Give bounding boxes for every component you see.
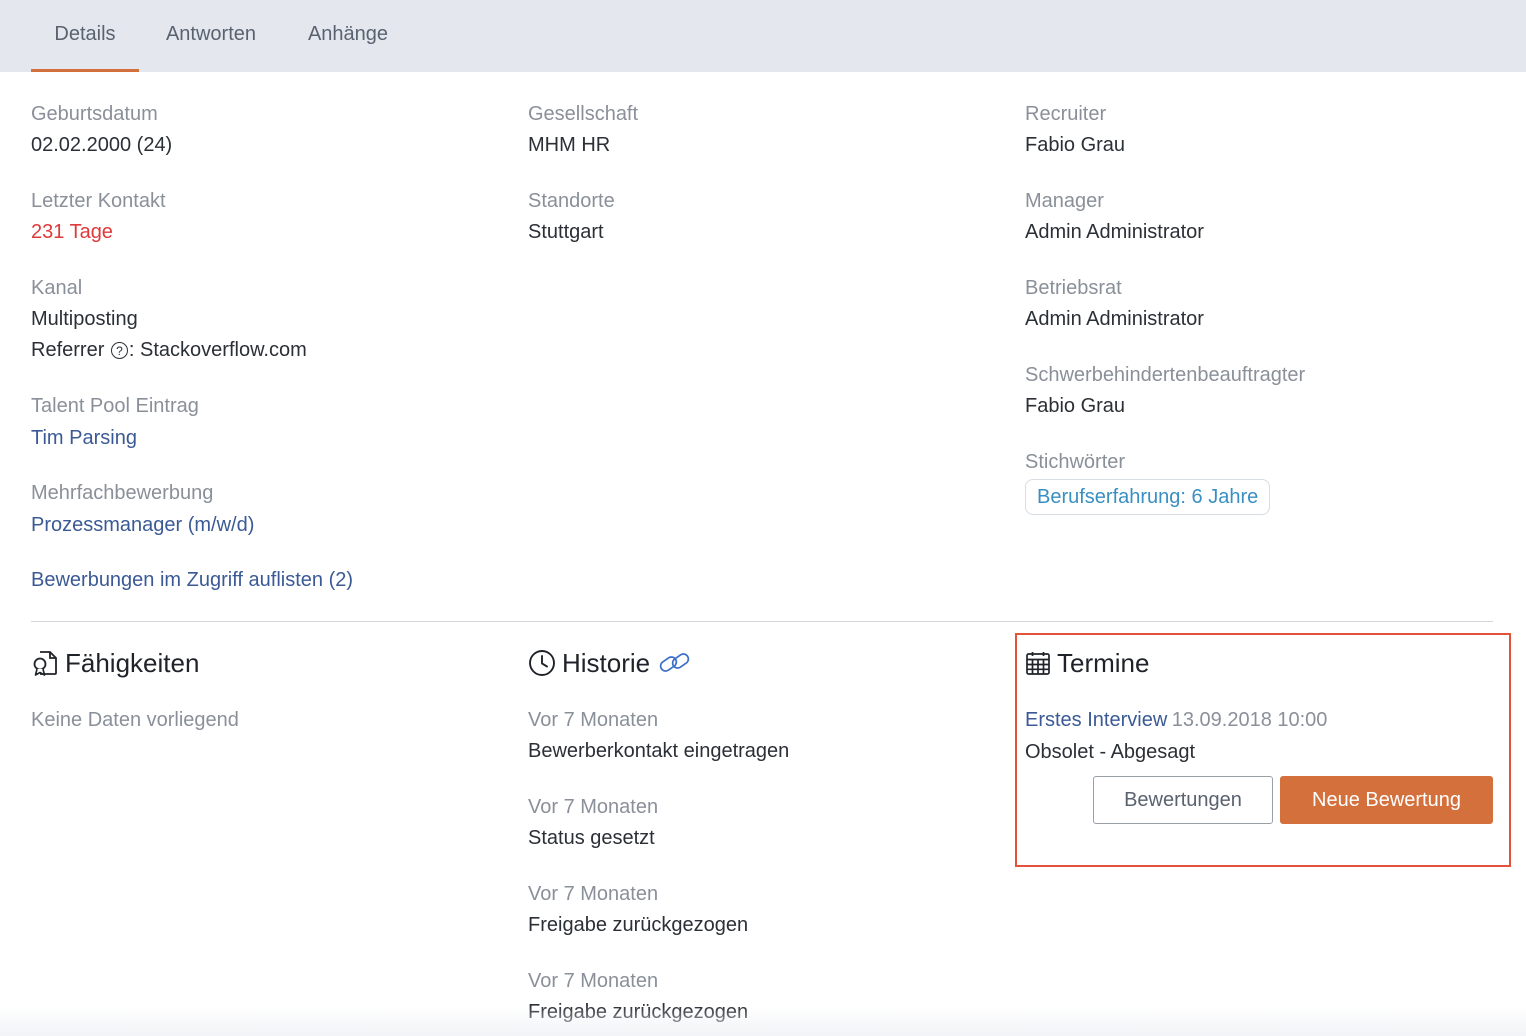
- referrer-value: : Stackoverflow.com: [128, 339, 307, 361]
- recruiter-value: Fabio Grau: [1025, 134, 1126, 156]
- history-text: Status gesetzt: [528, 827, 655, 849]
- field-letzter-kontakt: Letzter Kontakt 231 Tage: [31, 188, 166, 245]
- neue-bewertung-button[interactable]: Neue Bewertung: [1280, 776, 1493, 824]
- termin-event-link[interactable]: Erstes Interview: [1025, 709, 1167, 731]
- field-schwerbehindertenbeauftragter: Schwerbehindertenbeauftragter Fabio Grau: [1025, 362, 1305, 419]
- letzter-kontakt-value: 231 Tage: [31, 221, 113, 243]
- schwerbehinderten-label: Schwerbehindertenbeauftragter: [1025, 364, 1306, 386]
- link-icon[interactable]: [658, 650, 692, 676]
- termin-date: 13.09.2018 10:00: [1171, 709, 1328, 731]
- geburtsdatum-value: 02.02.2000 (24): [31, 134, 173, 156]
- termin-status: Obsolet - Abgesagt: [1025, 741, 1196, 763]
- skills-icon: [33, 651, 57, 676]
- calendar-icon: [1026, 652, 1050, 675]
- gesellschaft-value: MHM HR: [528, 134, 611, 156]
- tab-anhaenge[interactable]: Anhänge: [294, 0, 402, 72]
- field-manager: Manager Admin Administrator: [1025, 188, 1204, 245]
- history-time: Vor 7 Monaten: [528, 796, 659, 818]
- help-icon[interactable]: ?: [110, 342, 128, 359]
- referrer-label: Referrer: [31, 339, 105, 361]
- manager-value: Admin Administrator: [1025, 221, 1204, 243]
- bewertungen-button[interactable]: Bewertungen: [1093, 776, 1273, 824]
- mehrfachbewerbung-label: Mehrfachbewerbung: [31, 482, 214, 504]
- field-geburtsdatum: Geburtsdatum 02.02.2000 (24): [31, 101, 172, 158]
- gesellschaft-label: Gesellschaft: [528, 103, 639, 125]
- history-time: Vor 7 Monaten: [528, 709, 659, 731]
- bewerbungen-auflisten-link[interactable]: Bewerbungen im Zugriff auflisten (2): [31, 567, 353, 593]
- referrer-line: Referrer ?: Stackoverflow.com: [31, 337, 307, 363]
- faehigkeiten-title: Fähigkeiten: [65, 648, 200, 678]
- manager-label: Manager: [1025, 190, 1104, 212]
- field-standorte: Standorte Stuttgart: [528, 188, 615, 245]
- kanal-label: Kanal: [31, 277, 83, 299]
- mehrfachbewerbung-link[interactable]: Prozessmanager (m/w/d): [31, 512, 254, 538]
- talent-pool-link[interactable]: Tim Parsing: [31, 425, 199, 451]
- standorte-label: Standorte: [528, 190, 615, 212]
- keyword-tag[interactable]: Berufserfahrung: 6 Jahre: [1025, 479, 1271, 515]
- history-text: Bewerberkontakt eingetragen: [528, 740, 790, 762]
- field-betriebsrat: Betriebsrat Admin Administrator: [1025, 275, 1204, 332]
- betriebsrat-value: Admin Administrator: [1025, 308, 1204, 330]
- history-item: Vor 7 Monaten Bewerberkontakt eingetrage…: [528, 707, 789, 764]
- kanal-value: Multiposting: [31, 308, 138, 330]
- tab-details[interactable]: Details: [31, 0, 139, 72]
- recruiter-label: Recruiter: [1025, 103, 1107, 125]
- faehigkeiten-empty: Keine Daten vorliegend: [31, 709, 239, 731]
- field-stichwoerter: Stichwörter Berufserfahrung: 6 Jahre: [1025, 449, 1271, 515]
- section-divider: [31, 621, 1493, 622]
- history-text: Freigabe zurückgezogen: [528, 1001, 749, 1023]
- field-kanal: Kanal Multiposting Referrer ?: Stackover…: [31, 275, 307, 363]
- geburtsdatum-label: Geburtsdatum: [31, 103, 158, 125]
- talent-pool-label: Talent Pool Eintrag: [31, 395, 199, 417]
- historie-title: Historie: [562, 648, 651, 678]
- stichwoerter-label: Stichwörter: [1025, 451, 1126, 473]
- field-gesellschaft: Gesellschaft MHM HR: [528, 101, 638, 158]
- schwerbehinderten-value: Fabio Grau: [1025, 395, 1126, 417]
- standorte-value: Stuttgart: [528, 221, 604, 243]
- historie-heading: Historie: [528, 646, 692, 680]
- history-item: Vor 7 Monaten Freigabe zurückgezogen: [528, 881, 748, 938]
- betriebsrat-label: Betriebsrat: [1025, 277, 1122, 299]
- history-text: Freigabe zurückgezogen: [528, 914, 749, 936]
- clock-icon: [529, 650, 555, 676]
- field-bewerbungen-link: Bewerbungen im Zugriff auflisten (2): [31, 567, 353, 593]
- letzter-kontakt-label: Letzter Kontakt: [31, 190, 166, 212]
- history-time: Vor 7 Monaten: [528, 970, 659, 992]
- termine-title: Termine: [1057, 648, 1150, 678]
- field-talent-pool: Talent Pool Eintrag Tim Parsing: [31, 393, 199, 451]
- history-item: Vor 7 Monaten Status gesetzt: [528, 794, 658, 851]
- field-recruiter: Recruiter Fabio Grau: [1025, 101, 1125, 158]
- termine-heading: Termine: [1025, 646, 1149, 680]
- history-item: Vor 7 Monaten Freigabe zurückgezogen: [528, 968, 748, 1025]
- field-mehrfachbewerbung: Mehrfachbewerbung Prozessmanager (m/w/d): [31, 480, 254, 538]
- faehigkeiten-heading: Fähigkeiten: [31, 646, 199, 680]
- termin-entry: Erstes Interview 13.09.2018 10:00: [1025, 707, 1327, 733]
- scroll-fade: [0, 1006, 1526, 1036]
- tab-bar: Details Antworten Anhänge: [0, 0, 1526, 72]
- tab-antworten[interactable]: Antworten: [150, 0, 272, 72]
- history-time: Vor 7 Monaten: [528, 883, 659, 905]
